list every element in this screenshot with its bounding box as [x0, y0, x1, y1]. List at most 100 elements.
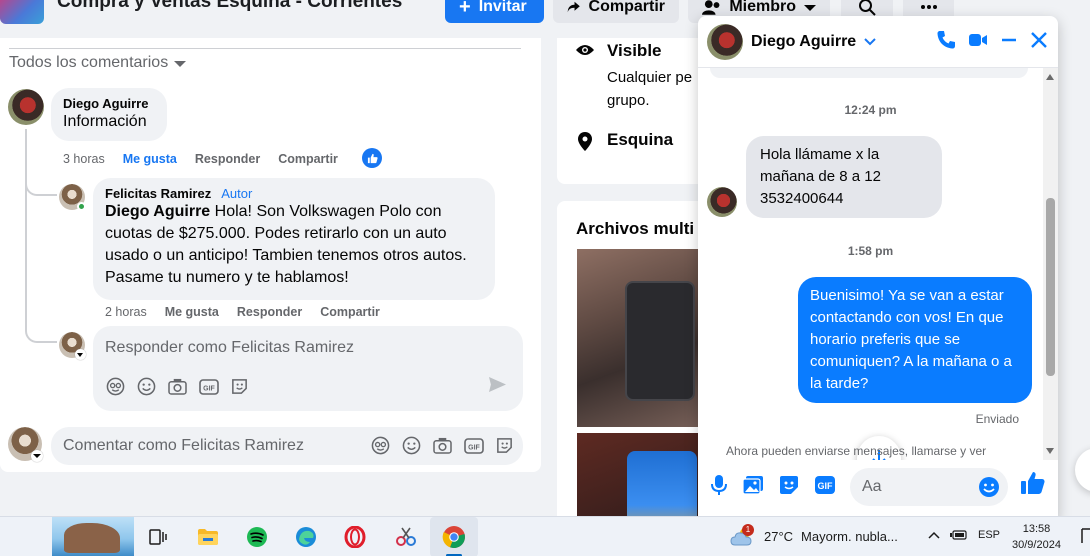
chat-notice: Ahora pueden enviarse mensajes, llamarse…	[726, 444, 987, 458]
photo-gallery-icon[interactable]	[742, 475, 764, 500]
reply-placeholder: Responder como Felicitas Ramirez	[105, 339, 354, 356]
media-thumbnail[interactable]	[577, 249, 717, 427]
thumbs-up-icon[interactable]	[1020, 470, 1046, 501]
comment-author[interactable]: Felicitas Ramirez	[105, 186, 211, 201]
people-icon	[702, 0, 720, 15]
reply-link[interactable]: Responder	[195, 152, 260, 166]
thread-connector	[25, 193, 57, 343]
weather-temperature: 27°C	[764, 528, 794, 544]
chrome-browser-icon[interactable]	[442, 525, 466, 549]
mention-link[interactable]: Diego Aguirre	[105, 203, 210, 220]
chevron-down-icon	[804, 4, 816, 11]
media-title[interactable]: Archivos multi	[576, 219, 694, 239]
sticker-icon[interactable]	[494, 435, 515, 456]
spotify-icon[interactable]	[245, 525, 269, 549]
chevron-down-icon	[864, 38, 876, 46]
language-indicator[interactable]: ESP	[978, 529, 1000, 541]
emoji-icon[interactable]	[136, 376, 157, 397]
weather-widget[interactable]: 27°C Mayorm. nubla...	[730, 526, 898, 546]
weather-description: Mayorm. nubla...	[801, 528, 898, 544]
widgets-image[interactable]	[52, 517, 134, 556]
microphone-icon[interactable]	[710, 474, 728, 501]
gif-icon[interactable]: GIF	[463, 435, 484, 456]
emoji-icon[interactable]	[978, 476, 1000, 503]
comment-time[interactable]: 2 horas	[105, 305, 147, 319]
chat-header: Diego Aguirre	[698, 16, 1058, 68]
send-icon[interactable]	[488, 376, 507, 398]
camera-icon[interactable]	[167, 376, 188, 397]
phone-call-icon[interactable]	[936, 30, 956, 55]
emoji-icon[interactable]	[401, 435, 422, 456]
like-reaction-icon[interactable]	[362, 148, 382, 168]
system-clock[interactable]: 13:58 30/9/2024	[1012, 521, 1061, 553]
reply-link[interactable]: Responder	[237, 305, 302, 319]
notification-center-icon[interactable]	[1080, 527, 1090, 545]
message-timestamp: 1:58 pm	[847, 244, 894, 258]
message-status: Enviado	[975, 412, 1019, 426]
incoming-message[interactable]: Hola llámame x la mañana de 8 a 12 35324…	[746, 136, 942, 218]
snipping-tool-icon[interactable]	[394, 525, 418, 549]
chat-scrollbar[interactable]	[1043, 68, 1058, 460]
message-sender-avatar[interactable]	[707, 187, 737, 217]
like-link[interactable]: Me gusta	[123, 152, 177, 166]
chat-contact-name[interactable]: Diego Aguirre	[751, 33, 876, 51]
share-link[interactable]: Compartir	[278, 152, 338, 166]
more-dots-icon	[920, 4, 937, 9]
chat-contact-avatar[interactable]	[707, 24, 743, 60]
comment-time[interactable]: 3 horas	[63, 152, 105, 166]
sticker-icon[interactable]	[778, 474, 800, 501]
outgoing-message[interactable]: Buenisimo! Ya se van a estar contactando…	[798, 277, 1032, 403]
like-link[interactable]: Me gusta	[165, 305, 219, 319]
clock-date: 30/9/2024	[1012, 539, 1061, 551]
video-call-icon[interactable]	[968, 32, 988, 53]
group-title[interactable]: Compra y Ventas Esquina - Corrientes	[57, 0, 402, 13]
profile-switch-chevron-icon[interactable]	[75, 349, 86, 360]
chat-message-list[interactable]: 12:24 pm Hola llámame x la mañana de 8 a…	[698, 68, 1043, 460]
minimize-icon[interactable]	[1000, 31, 1018, 54]
chevron-up-icon[interactable]	[928, 531, 940, 539]
comment-sort-dropdown[interactable]: Todos los comentarios	[9, 54, 187, 72]
avatar-sticker-icon[interactable]	[370, 435, 391, 456]
message-input-placeholder: Aa	[862, 478, 882, 495]
comment-bubble: Diego Aguirre Información	[51, 88, 167, 141]
message-input[interactable]: Aa	[850, 468, 1008, 506]
scroll-up-icon[interactable]	[1046, 74, 1054, 80]
clock-time: 13:58	[1022, 523, 1051, 535]
visible-description: Cualquier pe grupo.	[607, 69, 693, 109]
system-tray: ESP	[928, 529, 1000, 541]
avatar-diego-aguirre[interactable]	[8, 89, 44, 125]
opera-browser-icon[interactable]	[343, 525, 367, 549]
eye-icon	[576, 45, 594, 55]
share-button[interactable]: Compartir	[553, 0, 679, 23]
comment-actions: 3 horas Me gusta Responder Compartir	[63, 152, 338, 166]
online-status-dot	[77, 202, 86, 211]
scroll-thumb[interactable]	[1046, 198, 1055, 376]
reply-input[interactable]: Responder como Felicitas Ramirez GIF	[93, 326, 523, 411]
message-timestamp: 12:24 pm	[844, 103, 897, 117]
thread-connector	[25, 158, 57, 196]
floating-action-button[interactable]	[1075, 448, 1090, 492]
file-explorer-icon[interactable]	[196, 525, 220, 549]
chat-composer: GIF Aa	[698, 460, 1058, 520]
share-arrow-icon	[567, 1, 580, 12]
location-title[interactable]: Esquina	[607, 130, 673, 150]
gif-icon[interactable]: GIF	[814, 475, 836, 500]
group-cover-thumbnail[interactable]	[0, 0, 44, 24]
sticker-icon[interactable]	[229, 376, 250, 397]
scroll-down-icon[interactable]	[1046, 448, 1054, 454]
share-link[interactable]: Compartir	[320, 305, 380, 319]
group-about-card: Visible Cualquier pe grupo. Esquina	[557, 38, 717, 184]
previous-message-stub	[710, 68, 1028, 78]
camera-icon[interactable]	[432, 435, 453, 456]
svg-text:GIF: GIF	[468, 444, 480, 451]
gif-icon[interactable]: GIF	[198, 376, 219, 397]
comment-input[interactable]: Comentar como Felicitas Ramirez GIF	[51, 427, 523, 465]
comment-author[interactable]: Diego Aguirre	[63, 96, 155, 111]
avatar-sticker-icon[interactable]	[105, 376, 126, 397]
task-view-icon[interactable]	[146, 525, 170, 549]
close-icon[interactable]	[1030, 31, 1048, 54]
invite-button[interactable]: + Invitar	[445, 0, 544, 23]
battery-icon[interactable]	[950, 529, 968, 541]
edge-browser-icon[interactable]	[294, 525, 318, 549]
profile-switch-chevron-icon[interactable]	[31, 450, 43, 462]
